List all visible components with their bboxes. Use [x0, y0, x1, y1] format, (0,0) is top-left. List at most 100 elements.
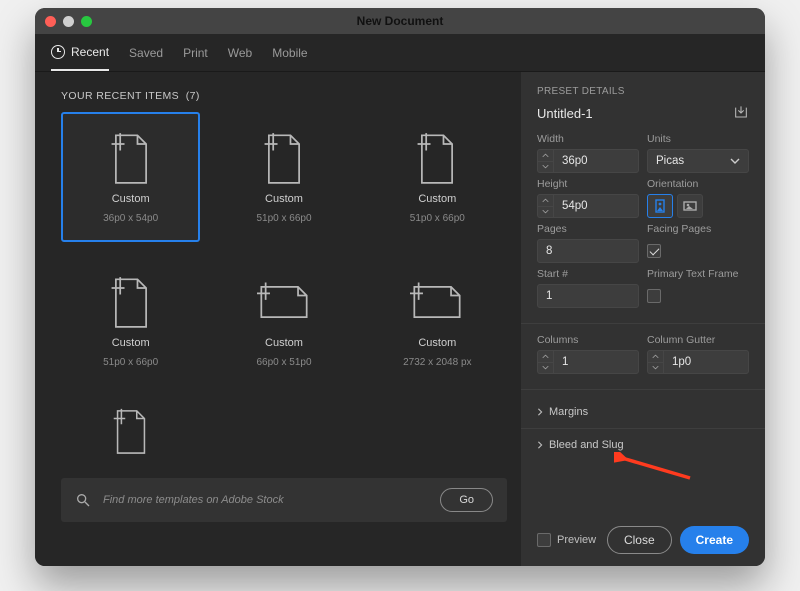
tab-label: Saved: [129, 46, 163, 60]
margins-label: Margins: [549, 406, 588, 418]
recent-icon: [51, 45, 65, 59]
primary-label: Primary Text Frame: [647, 268, 749, 280]
columns-spinner[interactable]: [537, 350, 553, 374]
search-input[interactable]: Find more templates on Adobe Stock: [103, 494, 428, 506]
spin-up-icon[interactable]: [538, 150, 553, 162]
start-label: Start #: [537, 268, 639, 280]
divider: [521, 323, 765, 324]
chevron-right-icon: [537, 408, 543, 416]
width-label: Width: [537, 133, 639, 145]
spin-down-icon[interactable]: [538, 363, 553, 374]
card-title: Custom: [418, 193, 456, 205]
recent-pane: YOUR RECENT ITEMS (7) Custom 36p0 x 54p0…: [35, 72, 521, 566]
checkbox-icon: [647, 244, 661, 258]
gutter-spinner[interactable]: [647, 350, 663, 374]
tab-label: Web: [228, 46, 252, 60]
preset-card[interactable]: Custom 2732 x 2048 px: [368, 256, 507, 386]
width-spinner[interactable]: [537, 149, 553, 173]
save-preset-icon[interactable]: [733, 105, 749, 121]
document-name-field[interactable]: Untitled-1: [537, 106, 593, 121]
spin-down-icon[interactable]: [648, 363, 663, 374]
start-value[interactable]: 1: [537, 284, 639, 308]
tab-web[interactable]: Web: [228, 34, 252, 71]
preset-card[interactable]: Custom 36p0 x 54p0: [61, 112, 200, 242]
bleed-label: Bleed and Slug: [549, 439, 624, 451]
zoom-window-icon[interactable]: [81, 16, 92, 27]
page-icon: [410, 131, 464, 185]
window-controls: [45, 16, 92, 27]
chevron-right-icon: [537, 441, 543, 449]
card-dimensions: 51p0 x 66p0: [103, 357, 158, 368]
minimize-window-icon[interactable]: [63, 16, 74, 27]
page-icon: [410, 275, 464, 329]
pages-field[interactable]: 8: [537, 239, 639, 263]
card-title: Custom: [265, 337, 303, 349]
spin-up-icon[interactable]: [538, 195, 553, 207]
orientation-portrait-button[interactable]: [647, 194, 673, 218]
create-button[interactable]: Create: [680, 526, 749, 554]
preset-card[interactable]: Custom 66p0 x 51p0: [214, 256, 353, 386]
spin-down-icon[interactable]: [538, 162, 553, 173]
width-field[interactable]: 36p0: [537, 149, 639, 173]
preset-details-pane: PRESET DETAILS Untitled-1 Width: [521, 72, 765, 566]
orientation-landscape-button[interactable]: [677, 194, 703, 218]
preset-header: PRESET DETAILS: [537, 86, 749, 97]
card-dimensions: 66p0 x 51p0: [256, 357, 311, 368]
units-select[interactable]: Picas: [647, 149, 749, 173]
gutter-label: Column Gutter: [647, 334, 749, 346]
start-field[interactable]: 1: [537, 284, 639, 308]
preset-card[interactable]: Custom 51p0 x 66p0: [368, 112, 507, 242]
orientation-group: [647, 194, 749, 218]
width-value[interactable]: 36p0: [553, 149, 639, 173]
close-button[interactable]: Close: [607, 526, 672, 554]
facing-pages-checkbox[interactable]: [647, 239, 749, 263]
recent-header-label: YOUR RECENT ITEMS: [61, 90, 179, 102]
spin-up-icon[interactable]: [538, 351, 553, 363]
units-label: Units: [647, 133, 749, 145]
card-title: Custom: [112, 193, 150, 205]
new-document-window: New Document Recent Saved Print Web Mobi…: [35, 8, 765, 566]
checkbox-icon: [647, 289, 661, 303]
gutter-value[interactable]: 1p0: [663, 350, 749, 374]
divider: [521, 428, 765, 429]
gutter-field[interactable]: 1p0: [647, 350, 749, 374]
card-title: Custom: [112, 337, 150, 349]
columns-value[interactable]: 1: [553, 350, 639, 374]
tab-recent[interactable]: Recent: [51, 34, 109, 71]
height-spinner[interactable]: [537, 194, 553, 218]
columns-field[interactable]: 1: [537, 350, 639, 374]
tab-label: Mobile: [272, 46, 307, 60]
preset-card[interactable]: [61, 400, 200, 470]
divider: [521, 389, 765, 390]
spin-up-icon[interactable]: [648, 351, 663, 363]
recent-header: YOUR RECENT ITEMS (7): [61, 90, 507, 102]
pages-label: Pages: [537, 223, 639, 235]
page-icon: [257, 131, 311, 185]
facing-label: Facing Pages: [647, 223, 749, 235]
go-button[interactable]: Go: [440, 488, 493, 512]
tab-label: Print: [183, 46, 208, 60]
card-dimensions: 2732 x 2048 px: [403, 357, 471, 368]
tab-print[interactable]: Print: [183, 34, 208, 71]
columns-label: Columns: [537, 334, 639, 346]
card-dimensions: 51p0 x 66p0: [410, 213, 465, 224]
preview-checkbox[interactable]: Preview: [537, 528, 599, 552]
tab-mobile[interactable]: Mobile: [272, 34, 307, 71]
height-value[interactable]: 54p0: [553, 194, 639, 218]
card-dimensions: 51p0 x 66p0: [256, 213, 311, 224]
checkbox-icon: [537, 533, 551, 547]
bleed-slug-expander[interactable]: Bleed and Slug: [537, 433, 749, 457]
search-icon: [75, 492, 91, 508]
margins-expander[interactable]: Margins: [537, 400, 749, 424]
spin-down-icon[interactable]: [538, 207, 553, 218]
card-title: Custom: [418, 337, 456, 349]
tab-saved[interactable]: Saved: [129, 34, 163, 71]
chevron-down-icon: [730, 158, 740, 164]
stock-search-row: Find more templates on Adobe Stock Go: [61, 478, 507, 522]
close-window-icon[interactable]: [45, 16, 56, 27]
pages-value[interactable]: 8: [537, 239, 639, 263]
preset-card[interactable]: Custom 51p0 x 66p0: [214, 112, 353, 242]
height-field[interactable]: 54p0: [537, 194, 639, 218]
primary-text-frame-checkbox[interactable]: [647, 284, 749, 308]
preset-card[interactable]: Custom 51p0 x 66p0: [61, 256, 200, 386]
